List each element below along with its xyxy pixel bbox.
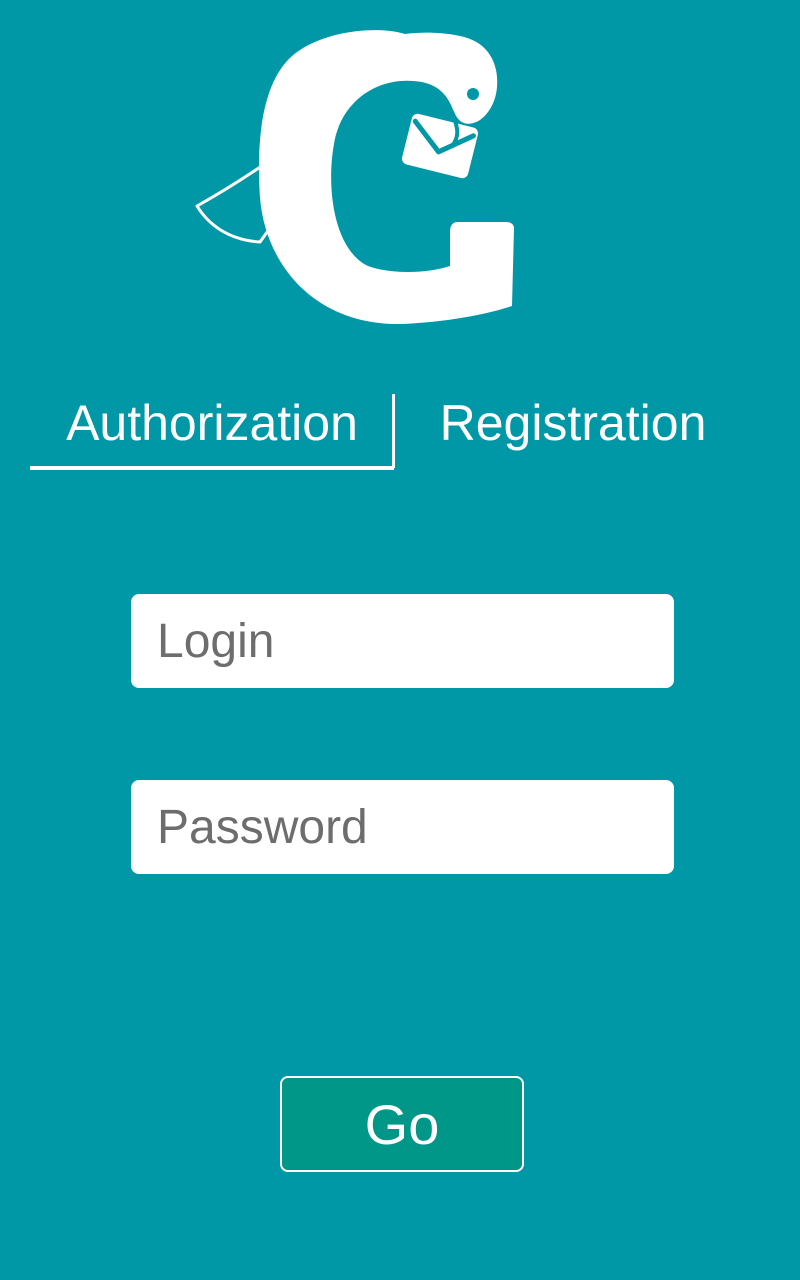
tab-authorization[interactable]: Authorization <box>30 380 394 470</box>
tab-divider <box>392 394 395 468</box>
tab-registration[interactable]: Registration <box>410 380 736 466</box>
password-input[interactable] <box>157 780 648 874</box>
app-logo-icon <box>195 30 514 325</box>
login-input[interactable] <box>157 594 648 688</box>
auth-tabs: Authorization Registration <box>30 380 770 470</box>
password-field-container <box>131 780 674 874</box>
go-button[interactable]: Go <box>280 1076 524 1172</box>
login-field-container <box>131 594 674 688</box>
